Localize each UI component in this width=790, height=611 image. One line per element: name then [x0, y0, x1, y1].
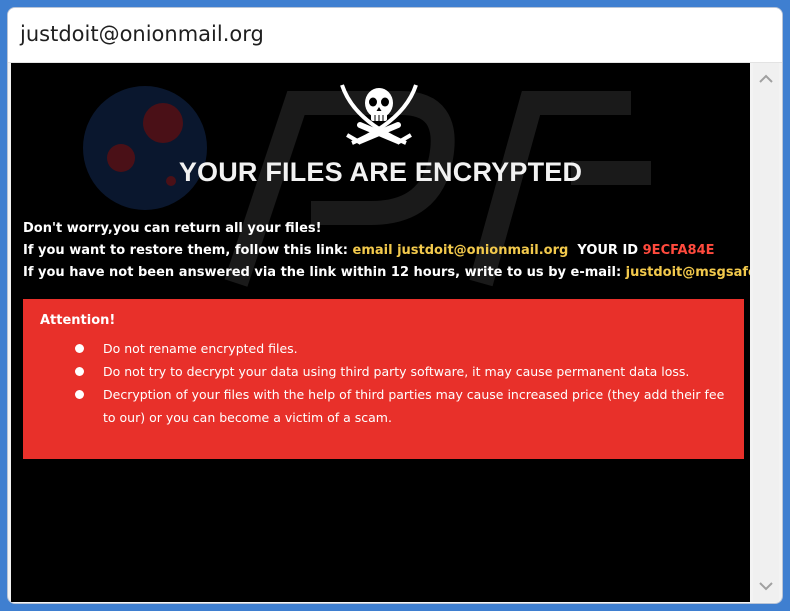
- title-bar: justdoit@onionmail.org: [8, 8, 782, 63]
- attention-box: Attention! Do not rename encrypted files…: [23, 299, 744, 459]
- list-item-text: Do not rename encrypted files.: [103, 341, 298, 356]
- list-item: Do not try to decrypt your data using th…: [75, 360, 735, 383]
- ransom-note-content[interactable]: YOUR FILES ARE ENCRYPTED Don't worry,you…: [11, 63, 750, 602]
- list-item-text: Do not try to decrypt your data using th…: [103, 364, 690, 379]
- bullet-icon: [75, 344, 84, 353]
- list-item-text: Decryption of your files with the help o…: [103, 387, 725, 425]
- chevron-down-icon[interactable]: [758, 578, 774, 594]
- reassurance-line: Don't worry,you can return all your file…: [23, 221, 322, 236]
- chevron-up-icon[interactable]: [758, 71, 774, 87]
- victim-id-value: 9ECFA84E: [642, 243, 715, 258]
- restore-line: If you want to restore them, follow this…: [23, 240, 743, 262]
- ransom-window: justdoit@onionmail.org YOUR FILES ARE EN…: [7, 7, 783, 604]
- instructions: Don't worry,you can return all your file…: [23, 218, 750, 284]
- attention-list: Do not rename encrypted files. Do not tr…: [75, 337, 735, 429]
- headline: YOUR FILES ARE ENCRYPTED: [178, 157, 583, 187]
- vertical-scrollbar[interactable]: [753, 63, 779, 602]
- restore-line-text: If you want to restore them, follow this…: [23, 243, 353, 258]
- contact-email-link[interactable]: email justdoit@onionmail.org: [353, 243, 569, 258]
- list-item: Decryption of your files with the help o…: [75, 383, 735, 429]
- victim-id-label: YOUR ID: [577, 243, 639, 258]
- attention-title: Attention!: [40, 313, 116, 328]
- fallback-line: If you have not been answered via the li…: [23, 262, 750, 284]
- list-item: Do not rename encrypted files.: [75, 337, 735, 360]
- bullet-icon: [75, 390, 84, 399]
- fallback-email: justdoit@msgsafe.io: [625, 265, 750, 280]
- window-title: justdoit@onionmail.org: [20, 22, 264, 46]
- skull-crossed-swords-icon: [340, 84, 418, 145]
- fallback-line-text: If you have not been answered via the li…: [23, 265, 626, 280]
- bullet-icon: [75, 367, 84, 376]
